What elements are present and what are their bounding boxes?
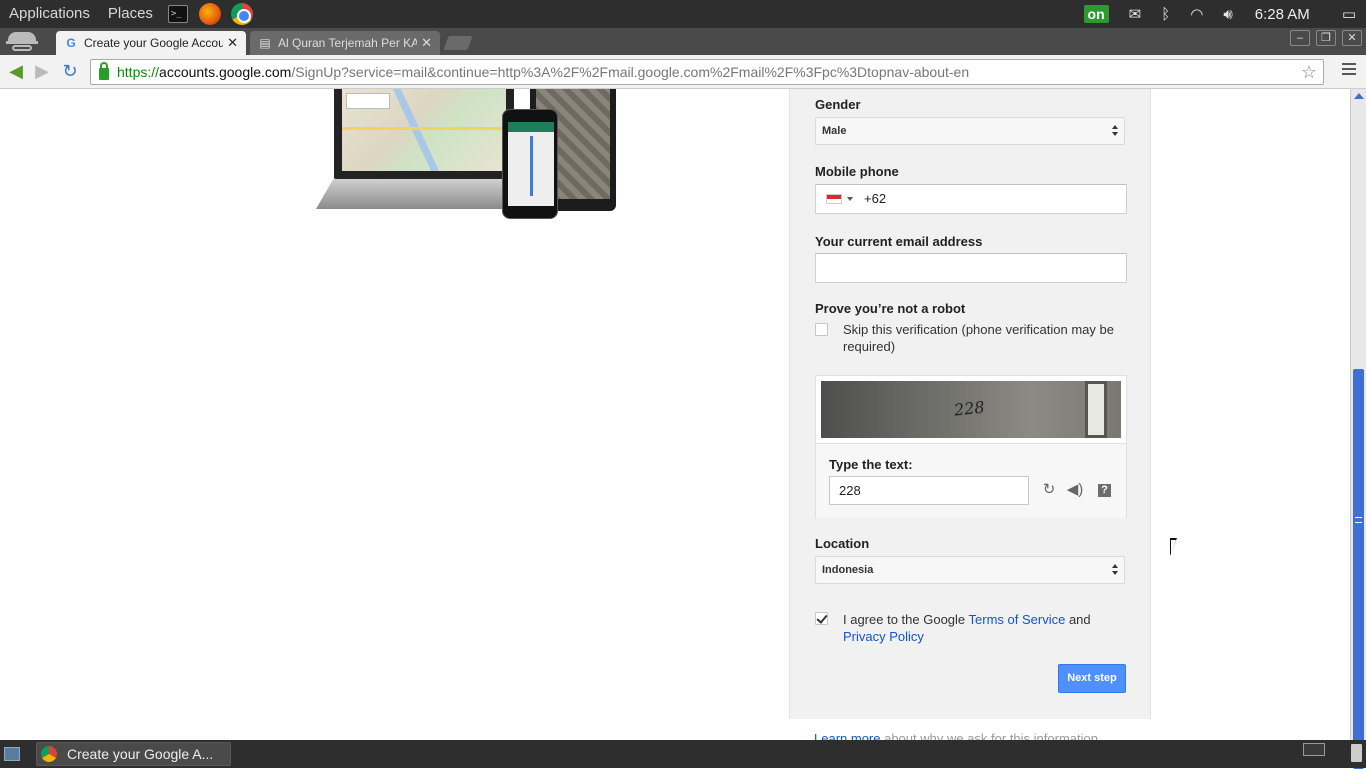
tab-title: Create your Google Accou (84, 36, 224, 50)
chevron-down-icon[interactable] (847, 197, 853, 201)
robot-label: Prove you’re not a robot (815, 301, 966, 316)
current-email-input[interactable] (815, 253, 1127, 283)
learn-more-link[interactable]: Learn more (814, 731, 880, 740)
mail-icon[interactable]: ✉ (1129, 5, 1142, 23)
lock-icon (99, 62, 109, 80)
places-menu[interactable]: Places (99, 0, 162, 28)
indonesia-flag-icon[interactable] (826, 194, 842, 204)
wifi-icon[interactable]: ◠ (1190, 5, 1203, 23)
close-window-icon[interactable]: ✕ (1342, 30, 1362, 46)
address-bar[interactable]: https://accounts.google.com/SignUp?servi… (90, 59, 1324, 85)
scrollbar-thumb[interactable] (1353, 369, 1364, 769)
window-controls: – ❐ ✕ (1284, 30, 1362, 46)
vertical-scrollbar[interactable] (1350, 89, 1366, 769)
refresh-icon[interactable]: ↻ (1040, 481, 1058, 499)
skip-verification-checkbox[interactable] (815, 323, 828, 336)
captcha-input[interactable]: 228 (829, 476, 1029, 505)
top-panel: Applications Places >_ on ✉ ᛒ ◠ 🔊︎ 6:28 … (0, 0, 1366, 28)
captcha-image-text: 228 (953, 397, 986, 420)
tab-strip: G Create your Google Accou ✕ ▤ Al Quran … (0, 28, 1366, 55)
trash-icon[interactable] (1351, 744, 1362, 762)
help-icon[interactable]: ? (1098, 484, 1111, 497)
chrome-menu-icon[interactable] (1342, 63, 1356, 78)
select-arrows-icon (1112, 564, 1118, 576)
location-label: Location (815, 536, 870, 551)
devices-illustration (310, 89, 620, 224)
applications-menu[interactable]: Applications (0, 0, 99, 28)
skip-verification-text: Skip this verification (phone verificati… (843, 322, 1114, 354)
reload-icon[interactable]: ↻ (60, 61, 80, 81)
volume-icon[interactable]: 🔊︎ (1223, 6, 1232, 23)
tab-title: Al Quran Terjemah Per KA (278, 36, 418, 50)
learn-more-text: Learn more about why we ask for this inf… (814, 731, 1098, 740)
monitor-icon[interactable]: ▭ (1342, 5, 1356, 23)
incognito-icon (6, 30, 38, 54)
firefox-icon[interactable] (198, 3, 221, 25)
page-viewport: Gender Male Mobile phone +62 Your curren… (0, 89, 1350, 740)
terminal-icon: >_ (167, 5, 188, 23)
scroll-up-icon[interactable] (1354, 93, 1364, 99)
maximize-icon[interactable]: ❐ (1316, 30, 1336, 46)
captcha-box: 228 Type the text: 228 ↻ ◀) ? (815, 375, 1127, 518)
new-tab-button[interactable] (443, 36, 473, 50)
mobile-phone-label: Mobile phone (815, 164, 899, 179)
email-label: Your current email address (815, 234, 983, 249)
gender-value: Male (822, 125, 847, 137)
laptop-image (334, 89, 514, 179)
location-value: Indonesia (822, 564, 874, 576)
signup-form-card: Gender Male Mobile phone +62 Your curren… (789, 89, 1151, 719)
agree-terms-checkbox[interactable] (815, 612, 828, 625)
page-favicon-icon: ▤ (259, 36, 271, 50)
tab-create-google-account[interactable]: G Create your Google Accou ✕ (56, 31, 246, 55)
taskbar-item-label: Create your Google A... (67, 746, 214, 762)
forward-icon[interactable]: ▶ (32, 61, 52, 81)
bottom-panel: Create your Google A... (0, 740, 1366, 768)
location-select[interactable]: Indonesia (815, 556, 1125, 584)
mobile-phone-value: +62 (864, 191, 887, 206)
privacy-policy-link[interactable]: Privacy Policy (843, 629, 924, 644)
phone-image (502, 109, 558, 219)
terminal-launcher[interactable]: >_ (167, 3, 189, 25)
terms-of-service-link[interactable]: Terms of Service (969, 612, 1066, 627)
browser-toolbar: ◀ ▶ ↻ https://accounts.google.com/SignUp… (0, 55, 1366, 89)
chrome-icon (41, 746, 57, 762)
on-indicator[interactable]: on (1083, 5, 1109, 23)
scroll-down-icon[interactable] (1354, 730, 1364, 736)
bookmark-star-icon[interactable]: ☆ (1301, 62, 1317, 83)
clock[interactable]: 6:28 AM (1255, 6, 1310, 23)
google-favicon-icon: G (66, 36, 76, 50)
next-step-button[interactable]: Next step (1058, 664, 1126, 693)
mobile-phone-input[interactable]: +62 (815, 184, 1127, 214)
bluetooth-icon[interactable]: ᛒ (1161, 6, 1170, 23)
gender-select[interactable]: Male (815, 117, 1125, 145)
agree-terms-text: I agree to the Google Terms of Service a… (843, 612, 1091, 644)
system-tray: on ✉ ᛒ ◠ 🔊︎ 6:28 AM ▭ (1074, 0, 1366, 28)
taskbar-item-chrome[interactable]: Create your Google A... (36, 742, 231, 766)
url-host: accounts.google.com (159, 64, 292, 80)
workspace-switcher[interactable] (1303, 743, 1325, 756)
back-icon[interactable]: ◀ (6, 61, 26, 81)
audio-icon[interactable]: ◀) (1066, 481, 1084, 499)
select-arrows-icon (1112, 125, 1118, 137)
captcha-image: 228 (821, 381, 1121, 438)
gender-label: Gender (815, 97, 861, 112)
chrome-icon[interactable] (230, 3, 253, 25)
show-desktop-icon[interactable] (4, 747, 20, 761)
close-tab-icon[interactable]: ✕ (227, 35, 238, 51)
close-tab-icon[interactable]: ✕ (421, 35, 432, 51)
url-path: /SignUp?service=mail&continue=http%3A%2F… (291, 64, 970, 80)
minimize-icon[interactable]: – (1290, 30, 1310, 46)
captcha-label: Type the text: (829, 457, 913, 472)
tab-al-quran[interactable]: ▤ Al Quran Terjemah Per KA ✕ (250, 31, 440, 55)
url-scheme: https:// (117, 64, 160, 80)
